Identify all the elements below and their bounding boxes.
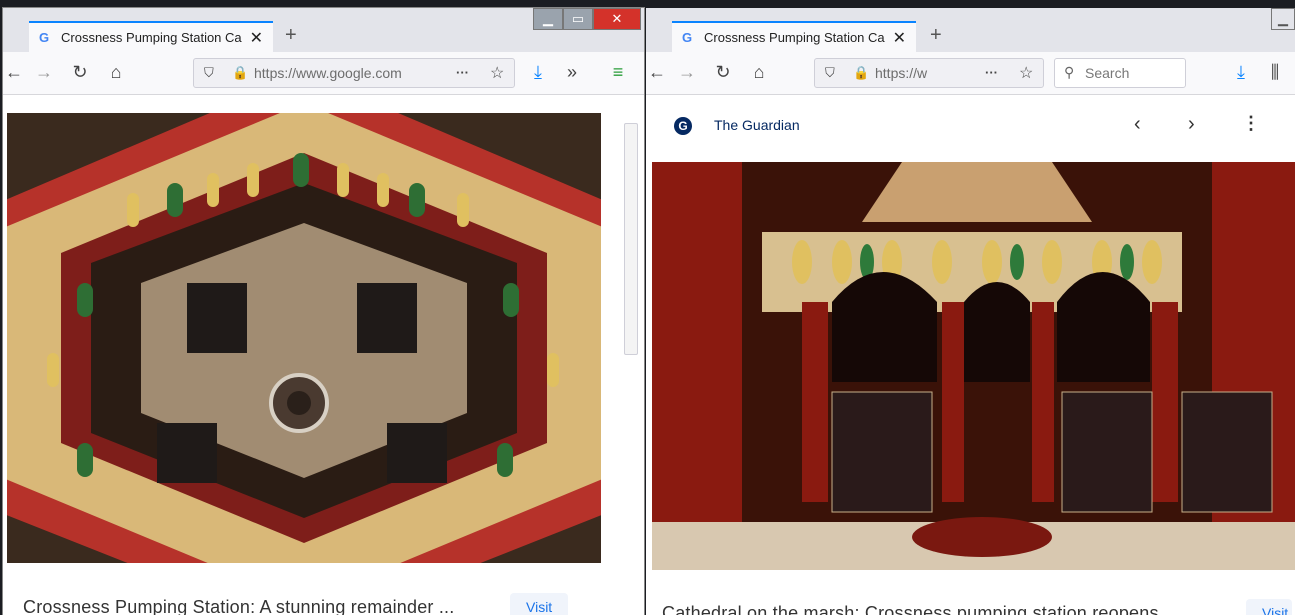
download-icon[interactable]: ⤓ [1230,62,1252,83]
pumping-station-interior-image[interactable] [652,162,1295,570]
kebab-menu-icon[interactable]: ⋮ [1242,113,1260,134]
star-icon[interactable]: ☆ [490,63,504,83]
nav-bar: ← → ↻ ⌂ ⛉ 🔒 https://www.google.com ··· ☆… [3,52,644,95]
left-browser-window: G Crossness Pumping Station Ca ✕ + ▁ ▭ ✕… [3,8,644,615]
url-bar[interactable]: ⛉ 🔒 https://www.google.com ··· ☆ [193,58,515,88]
new-tab-icon[interactable]: + [285,24,297,47]
window-close-icon[interactable]: ✕ [593,8,641,30]
close-icon[interactable]: ✕ [250,28,263,48]
search-placeholder: Search [1085,65,1130,81]
search-icon: ⚲ [1064,64,1075,80]
source-header: G The Guardian ‹ › ⋮ [646,95,1295,162]
back-icon[interactable]: ← [3,62,25,83]
scrollbar[interactable] [624,123,638,355]
new-tab-icon[interactable]: + [930,24,942,47]
maximize-icon[interactable]: ▭ [563,8,593,30]
result-caption[interactable]: Cathedral on the marsh: Crossness pumpin… [662,603,1179,615]
pumping-station-aerial-image[interactable] [7,113,601,563]
google-favicon: G [39,30,50,45]
search-input[interactable]: ⚲ Search [1054,58,1186,88]
chevron-right-icon[interactable]: › [1188,113,1195,136]
library-icon[interactable]: ⫼ [1264,62,1286,83]
page-content: G The Guardian ‹ › ⋮ Cathedral on the ma… [646,95,1295,615]
more-icon[interactable]: ··· [985,65,998,80]
lock-icon: 🔒 [853,65,870,80]
guardian-logo-icon: G [674,117,692,135]
shield-icon[interactable]: ⛉ [204,65,214,81]
nav-bar: ← → ↻ ⌂ ⛉ 🔒 https://w ··· ☆ ⚲ Search ⤓ ⫼ [646,52,1295,95]
minimize-icon[interactable]: ▁ [533,8,563,30]
minimize-icon[interactable]: ▁ [1271,8,1295,30]
page-content: Crossness Pumping Station: A stunning re… [3,95,644,615]
tab-crossness[interactable]: G Crossness Pumping Station Ca ✕ [672,21,916,52]
window-controls: ▁ ▭ ✕ [533,8,641,30]
reload-icon[interactable]: ↻ [712,62,734,83]
chevron-left-icon[interactable]: ‹ [1134,113,1141,136]
window-controls: ▁ [1271,8,1295,30]
tab-crossness[interactable]: G Crossness Pumping Station Ca ✕ [29,21,273,52]
tab-strip: G Crossness Pumping Station Ca ✕ + ▁ ▭ ✕ [3,8,644,52]
forward-icon[interactable]: → [676,62,698,83]
download-icon[interactable]: ⤓ [527,62,549,83]
more-icon[interactable]: ··· [456,65,469,80]
home-icon[interactable]: ⌂ [105,62,127,83]
right-browser-window: G Crossness Pumping Station Ca ✕ + ▁ ← →… [646,8,1295,615]
tab-title: Crossness Pumping Station Ca [61,30,242,45]
back-icon[interactable]: ← [646,62,668,83]
shield-icon[interactable]: ⛉ [825,65,835,81]
overflow-icon[interactable]: » [561,62,583,83]
url-text: https://w [875,65,928,81]
url-text: https://www.google.com [254,65,402,81]
extension-icon[interactable]: ≡ [607,62,629,83]
tab-title: Crossness Pumping Station Ca [704,30,885,45]
reload-icon[interactable]: ↻ [69,62,91,83]
lock-icon: 🔒 [232,65,249,80]
visit-button[interactable]: Visit [510,593,569,615]
forward-icon[interactable]: → [33,62,55,83]
close-icon[interactable]: ✕ [893,28,906,48]
url-bar[interactable]: ⛉ 🔒 https://w ··· ☆ [814,58,1044,88]
result-caption[interactable]: Crossness Pumping Station: A stunning re… [23,597,454,615]
home-icon[interactable]: ⌂ [748,62,770,83]
google-favicon: G [682,30,693,45]
star-icon[interactable]: ☆ [1019,63,1033,83]
source-name[interactable]: The Guardian [714,117,800,133]
tab-strip: G Crossness Pumping Station Ca ✕ + ▁ [646,8,1295,52]
visit-button[interactable]: Visit [1246,599,1293,615]
